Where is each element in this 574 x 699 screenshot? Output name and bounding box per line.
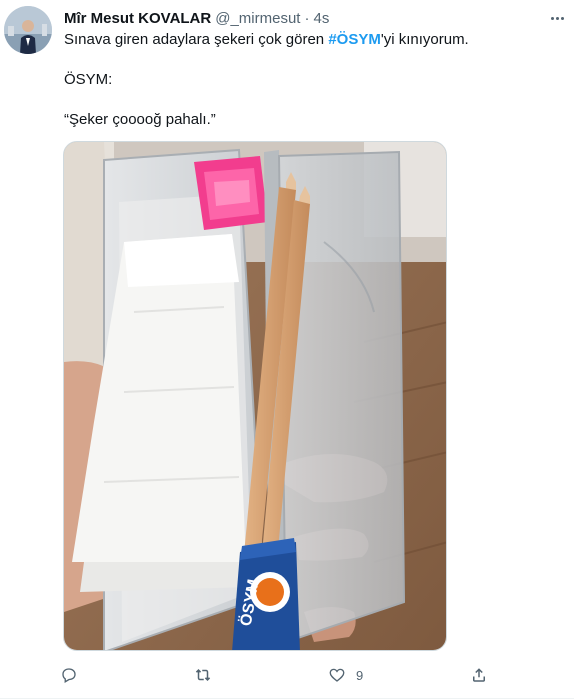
heart-icon	[329, 668, 345, 682]
avatar[interactable]	[4, 6, 52, 54]
tweet-text-after: 'yi kınıyorum.	[380, 31, 469, 48]
reply-icon	[62, 668, 76, 683]
author-handle[interactable]: @_mirmesut	[215, 10, 300, 27]
separator-dot: ·	[304, 9, 310, 27]
like-count: 9	[356, 667, 364, 683]
retweet-button[interactable]	[194, 664, 222, 686]
share-icon	[473, 668, 485, 682]
tweet-line-2: ÖSYM:	[64, 71, 113, 88]
tweet-text-before: Sınava giren adaylara şekeri çok gören	[64, 31, 329, 48]
hashtag-link[interactable]: #ÖSYM	[328, 31, 381, 48]
tweet-line-1: Sınava giren adaylara şekeri çok gören #…	[64, 30, 554, 50]
tweet-header: Mîr Mesut KOVALAR @_mirmesut · 4s	[64, 8, 329, 28]
eraser: ÖSYM	[232, 538, 300, 650]
tweet-card[interactable]: Mîr Mesut KOVALAR @_mirmesut · 4s Sınava…	[0, 0, 574, 699]
tweet-text: Sınava giren adaylara şekeri çok gören #…	[64, 30, 554, 130]
timestamp[interactable]: 4s	[313, 10, 329, 27]
pencil-case-photo: ÖSYM	[64, 142, 446, 650]
tweet-line-3: “Şeker çooooğ pahalı.”	[64, 111, 216, 128]
tweet-photo[interactable]: ÖSYM	[63, 141, 447, 651]
tweet-actions: 9	[60, 664, 500, 686]
retweet-icon	[195, 669, 211, 681]
more-options-icon[interactable]	[547, 8, 567, 28]
reply-button[interactable]	[60, 664, 88, 686]
share-button[interactable]	[470, 664, 488, 686]
avatar-image	[4, 6, 52, 54]
author-name[interactable]: Mîr Mesut KOVALAR	[64, 10, 211, 27]
like-button[interactable]: 9	[328, 664, 363, 686]
